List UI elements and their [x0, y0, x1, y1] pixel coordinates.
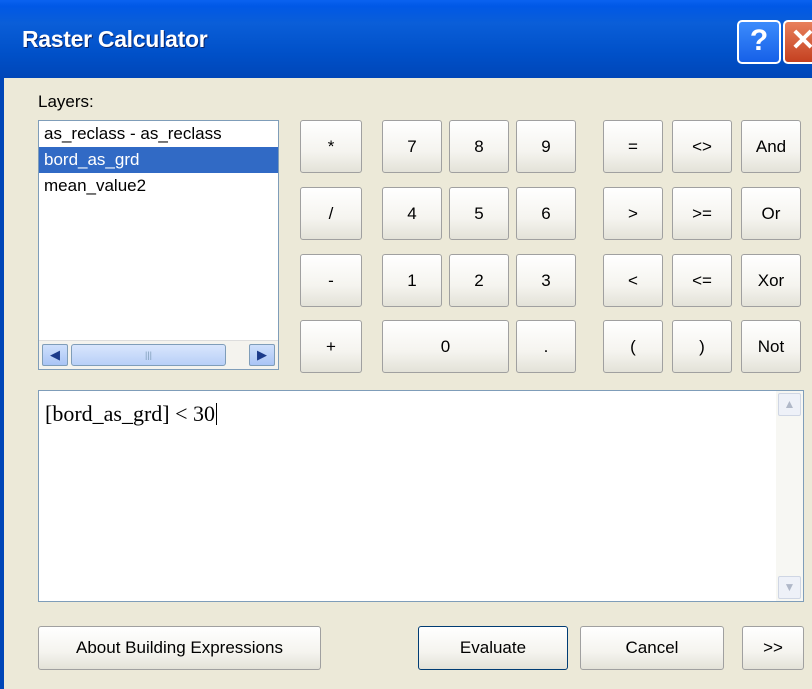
decimal-point-button[interactable]: .	[516, 320, 576, 373]
evaluate-button[interactable]: Evaluate	[418, 626, 568, 670]
digit-5-button[interactable]: 5	[449, 187, 509, 240]
layers-label: Layers:	[38, 92, 94, 111]
less-equal-button[interactable]: <=	[672, 254, 732, 307]
window-title: Raster Calculator	[22, 26, 208, 52]
help-icon: ?	[749, 24, 769, 57]
open-paren-button[interactable]: (	[603, 320, 663, 373]
about-expressions-button[interactable]: About Building Expressions	[38, 626, 321, 670]
divide-button[interactable]: /	[300, 187, 362, 240]
scroll-up-icon[interactable]: ▲	[778, 393, 801, 416]
layer-item-selected[interactable]: bord_as_grd	[39, 147, 278, 173]
equals-button[interactable]: =	[603, 120, 663, 173]
scroll-thumb[interactable]: |||	[71, 344, 226, 366]
not-button[interactable]: Not	[741, 320, 801, 373]
vertical-scrollbar[interactable]: ▲ ▼	[776, 391, 803, 601]
multiply-button[interactable]: *	[300, 120, 362, 173]
digit-8-button[interactable]: 8	[449, 120, 509, 173]
greater-equal-button[interactable]: >=	[672, 187, 732, 240]
digit-4-button[interactable]: 4	[382, 187, 442, 240]
digit-2-button[interactable]: 2	[449, 254, 509, 307]
cancel-button[interactable]: Cancel	[580, 626, 724, 670]
less-than-button[interactable]: <	[603, 254, 663, 307]
digit-1-button[interactable]: 1	[382, 254, 442, 307]
digit-6-button[interactable]: 6	[516, 187, 576, 240]
digit-9-button[interactable]: 9	[516, 120, 576, 173]
and-button[interactable]: And	[741, 120, 801, 173]
digit-7-button[interactable]: 7	[382, 120, 442, 173]
close-icon: ✕	[790, 24, 812, 57]
not-equal-button[interactable]: <>	[672, 120, 732, 173]
title-bar: Raster Calculator ? ✕	[0, 0, 812, 78]
minus-button[interactable]: -	[300, 254, 362, 307]
scroll-left-icon[interactable]: ◀	[42, 344, 68, 366]
close-paren-button[interactable]: )	[672, 320, 732, 373]
layers-list[interactable]: as_reclass - as_reclass bord_as_grd mean…	[38, 120, 279, 370]
horizontal-scrollbar[interactable]: ◀ ||| ▶	[39, 340, 278, 369]
greater-than-button[interactable]: >	[603, 187, 663, 240]
or-button[interactable]: Or	[741, 187, 801, 240]
close-button[interactable]: ✕	[783, 20, 812, 64]
digit-0-button[interactable]: 0	[382, 320, 509, 373]
expression-input[interactable]: [bord_as_grd] < 30 ▲ ▼	[38, 390, 804, 602]
xor-button[interactable]: Xor	[741, 254, 801, 307]
digit-3-button[interactable]: 3	[516, 254, 576, 307]
scroll-down-icon[interactable]: ▼	[778, 576, 801, 599]
layer-item[interactable]: as_reclass - as_reclass	[39, 121, 278, 147]
layer-item[interactable]: mean_value2	[39, 173, 278, 199]
expression-text: [bord_as_grd] < 30	[45, 401, 216, 426]
help-button[interactable]: ?	[737, 20, 781, 64]
plus-button[interactable]: +	[300, 320, 362, 373]
scroll-right-icon[interactable]: ▶	[249, 344, 275, 366]
text-caret	[216, 403, 218, 425]
more-options-button[interactable]: >>	[742, 626, 804, 670]
